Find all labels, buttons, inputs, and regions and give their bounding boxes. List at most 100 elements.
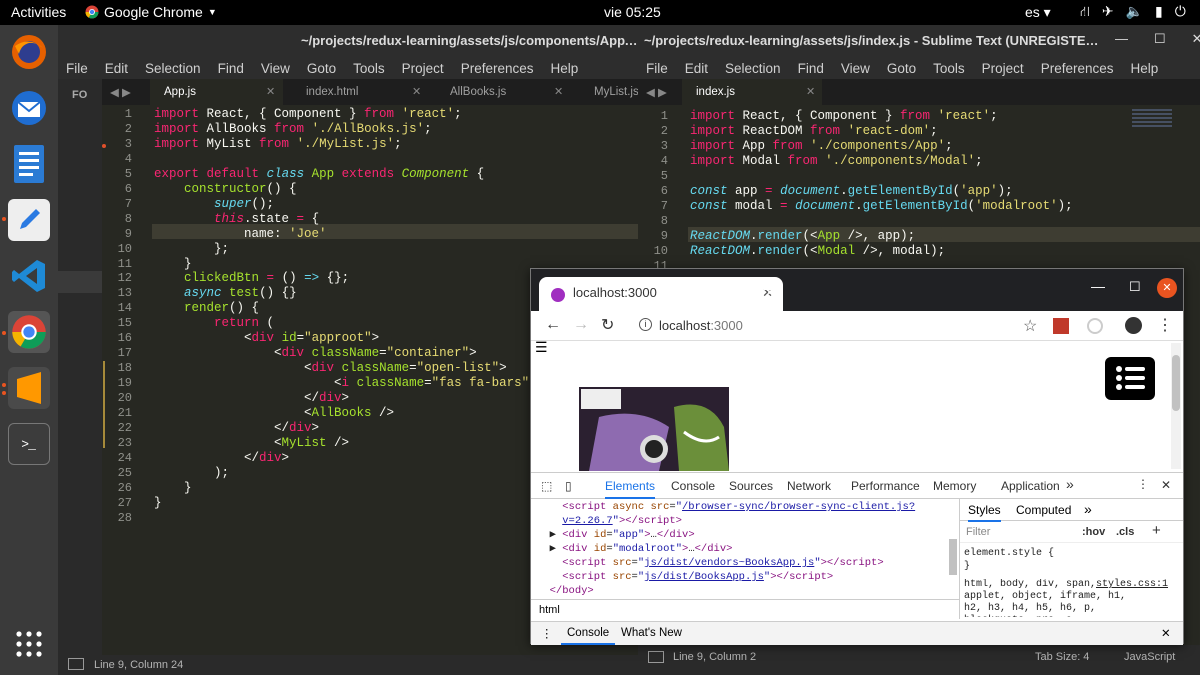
styles-filter-input[interactable]: Filter [966, 526, 990, 538]
drawer-tab-whats-new[interactable]: What's New [621, 627, 682, 639]
syntax-mode[interactable]: JavaScript [1124, 651, 1175, 663]
computed-tab[interactable]: Computed [1016, 503, 1071, 517]
writer-icon[interactable] [8, 143, 50, 185]
devtools-tab-elements[interactable]: Elements [605, 479, 656, 499]
close-devtools-icon[interactable]: ✕ [1161, 478, 1171, 492]
menu-view[interactable]: View [261, 61, 290, 76]
language-indicator[interactable]: es ▾ [1025, 4, 1051, 21]
tab-size[interactable]: Tab Size: 4 [1035, 651, 1089, 663]
menu-file[interactable]: File [646, 61, 668, 76]
menu-kebab-icon[interactable]: ⋮ [1157, 315, 1173, 335]
panel-toggle-icon[interactable] [68, 658, 84, 670]
menu-help[interactable]: Help [1131, 61, 1159, 76]
new-tab-button[interactable]: + [763, 279, 775, 302]
sidebar[interactable]: FO [58, 79, 102, 655]
devtools-tab-console[interactable]: Console [671, 479, 715, 493]
menu-file[interactable]: File [66, 61, 88, 76]
thunderbird-icon[interactable] [8, 87, 50, 129]
drawer-menu-icon[interactable]: ⋮ [541, 626, 553, 640]
forward-icon[interactable]: → [573, 316, 589, 334]
menu-selection[interactable]: Selection [725, 61, 781, 76]
close-icon[interactable]: ✕ [806, 85, 815, 98]
clock[interactable]: vie 05:25 [604, 4, 661, 20]
dom-scrollbar[interactable] [949, 539, 957, 575]
close-icon[interactable]: ✕ [266, 85, 275, 98]
info-icon[interactable]: i [639, 318, 652, 331]
back-icon[interactable]: ← [545, 316, 561, 334]
device-toolbar-icon[interactable]: ▯ [565, 479, 572, 493]
tab-index-js[interactable]: index.js ✕ [682, 79, 822, 105]
chrome-tab-strip[interactable]: localhost:3000 ✕ + — ☐ ✕ [531, 269, 1183, 311]
tab-nav-arrows[interactable]: ◀ ▶ [110, 85, 131, 99]
dom-tree[interactable]: <script async src="/browser-sync/browser… [531, 499, 959, 595]
style-source-link[interactable]: styles.css:1 [1096, 579, 1169, 590]
close-window-icon[interactable]: ✕ [1157, 278, 1177, 298]
more-tabs-icon[interactable]: » [1084, 501, 1092, 517]
menu-goto[interactable]: Goto [307, 61, 336, 76]
vscode-icon[interactable] [8, 255, 50, 297]
hov-toggle[interactable]: :hov [1082, 526, 1105, 538]
panel-toggle-icon[interactable] [648, 651, 664, 663]
devtools-tab-sources[interactable]: Sources [729, 479, 773, 493]
bookmark-star-icon[interactable]: ☆ [1023, 316, 1037, 336]
chrome-tab[interactable]: localhost:3000 ✕ [539, 277, 783, 311]
devtools-tab-memory[interactable]: Memory [933, 479, 976, 493]
tab-mylist-js[interactable]: MyList.js [580, 79, 639, 105]
app-menu[interactable]: Google Chrome ▼ [85, 4, 217, 20]
sublime-text-icon[interactable] [8, 367, 50, 409]
maximize-icon[interactable]: ☐ [1154, 31, 1166, 47]
menu-project[interactable]: Project [402, 61, 444, 76]
menu-preferences[interactable]: Preferences [1041, 61, 1114, 76]
menu-edit[interactable]: Edit [685, 61, 708, 76]
window-titlebar[interactable]: ~/projects/redux-learning/assets/js/inde… [638, 25, 1200, 57]
extension-icon[interactable] [1087, 318, 1103, 334]
terminal-icon[interactable]: >_ [8, 423, 50, 465]
tab-app-js[interactable]: App.js ✕ [150, 79, 283, 105]
close-window-icon[interactable]: ✕ [1192, 31, 1200, 47]
system-tray[interactable]: ⛙ ✈ 🔈 ▮ ⏻ [1080, 3, 1186, 22]
window-titlebar[interactable]: ~/projects/redux-learning/assets/js/comp… [58, 25, 638, 57]
profile-icon[interactable] [1125, 317, 1142, 334]
page-scrollbar[interactable] [1171, 343, 1181, 469]
close-drawer-icon[interactable]: ✕ [1161, 626, 1171, 640]
open-list-button[interactable] [1105, 357, 1155, 400]
drawer-tab-console[interactable]: Console [561, 622, 616, 645]
menu-view[interactable]: View [841, 61, 870, 76]
menu-project[interactable]: Project [982, 61, 1024, 76]
more-tabs-icon[interactable]: » [1066, 476, 1074, 492]
book-cover-image[interactable] [579, 387, 729, 471]
chrome-dock-icon[interactable] [8, 311, 50, 353]
element-style-rule[interactable]: element.style { } [964, 547, 1054, 573]
activities-button[interactable]: Activities [11, 4, 66, 20]
menu-goto[interactable]: Goto [887, 61, 916, 76]
menu-find[interactable]: Find [798, 61, 824, 76]
text-editor-icon[interactable] [8, 199, 50, 241]
tab-nav-arrows[interactable]: ◀ ▶ [646, 85, 667, 99]
styles-tab[interactable]: Styles [968, 503, 1001, 522]
add-rule-icon[interactable]: + [1152, 522, 1161, 539]
address-bar[interactable]: localhost:3000 [659, 318, 743, 333]
minimize-icon[interactable]: — [1115, 31, 1128, 47]
devtools-menu-icon[interactable]: ⋮ [1137, 477, 1149, 491]
code-editor[interactable]: import React, { Component } from 'react'… [154, 107, 552, 511]
maximize-icon[interactable]: ☐ [1129, 279, 1141, 295]
menu-tools[interactable]: Tools [933, 61, 965, 76]
close-icon[interactable]: ✕ [412, 85, 421, 98]
tab-allbooks-js[interactable]: AllBooks.js ✕ [436, 79, 572, 105]
menu-preferences[interactable]: Preferences [461, 61, 534, 76]
firefox-icon[interactable] [8, 31, 50, 73]
tab-index-html[interactable]: index.html ✕ [292, 79, 428, 105]
scrollbar-thumb[interactable] [1172, 355, 1180, 411]
minimap[interactable] [1132, 109, 1172, 127]
breadcrumb-html[interactable]: html [539, 604, 560, 616]
inspect-element-icon[interactable]: ⬚ [541, 479, 552, 493]
close-icon[interactable]: ✕ [554, 85, 563, 98]
menu-find[interactable]: Find [218, 61, 244, 76]
menu-edit[interactable]: Edit [105, 61, 128, 76]
devtools-tab-network[interactable]: Network [787, 479, 831, 493]
devtools-tab-performance[interactable]: Performance [851, 479, 920, 493]
menu-help[interactable]: Help [551, 61, 579, 76]
dom-breadcrumb[interactable]: html [531, 599, 959, 619]
devtools-tab-application[interactable]: Application [1001, 479, 1060, 493]
minimize-icon[interactable]: — [1091, 278, 1105, 294]
